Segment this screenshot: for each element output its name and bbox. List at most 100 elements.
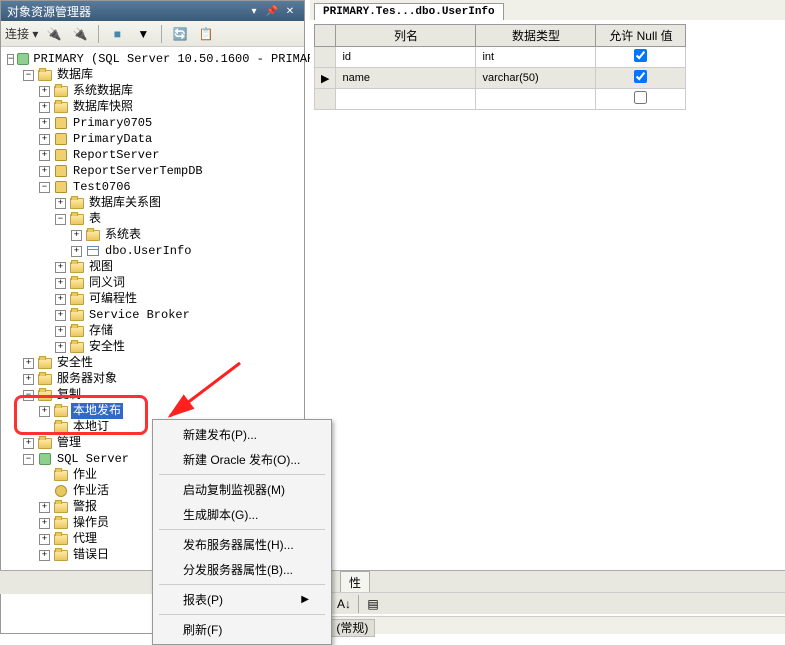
tree-userinfo[interactable]: +dbo.UserInfo	[3, 243, 302, 259]
tree-db-test0706[interactable]: −Test0706	[3, 179, 302, 195]
folder-icon	[54, 422, 68, 433]
folder-icon	[54, 518, 68, 529]
cell-name[interactable]: name	[336, 68, 476, 89]
cell-null[interactable]	[596, 89, 686, 110]
properties-tab[interactable]: 性	[340, 571, 370, 594]
ctx-new-oracle-publication[interactable]: 新建 Oracle 发布(O)...	[155, 447, 329, 472]
tree-systables[interactable]: +系统表	[3, 227, 302, 243]
properties-tab-bar: 性	[0, 570, 785, 594]
ctx-separator	[159, 529, 325, 530]
tree-programmability[interactable]: +可编程性	[3, 291, 302, 307]
ctx-distributor-server-props[interactable]: 分发服务器属性(B)...	[155, 557, 329, 582]
tree-security[interactable]: +安全性	[3, 355, 302, 371]
folder-icon	[38, 358, 52, 369]
tree-servicebroker[interactable]: +Service Broker	[3, 307, 302, 323]
cell-name[interactable]	[336, 89, 476, 110]
table-row[interactable]: ▶ name varchar(50)	[315, 68, 686, 89]
allow-null-checkbox[interactable]	[634, 49, 647, 62]
ctx-publisher-server-props[interactable]: 发布服务器属性(H)...	[155, 532, 329, 557]
folder-icon	[38, 70, 52, 81]
report-icon[interactable]: 📋	[196, 24, 216, 44]
refresh-icon[interactable]: 🔄	[170, 24, 190, 44]
cell-null[interactable]	[596, 47, 686, 68]
folder-icon	[54, 470, 68, 481]
ctx-refresh[interactable]: 刷新(F)	[155, 617, 329, 642]
tree-views[interactable]: +视图	[3, 259, 302, 275]
allow-null-checkbox[interactable]	[634, 70, 647, 83]
folder-icon	[70, 278, 84, 289]
folder-icon	[86, 230, 100, 241]
object-explorer-toolbar: 连接 ▾ 🔌 🔌 ■ ▼ 🔄 📋	[1, 21, 304, 47]
table-row-empty[interactable]	[315, 89, 686, 110]
ctx-new-publication[interactable]: 新建发布(P)...	[155, 422, 329, 447]
panel-title-bar: 对象资源管理器 ▾ 📌 ✕	[1, 1, 304, 21]
ctx-generate-script[interactable]: 生成脚本(G)...	[155, 502, 329, 527]
cell-null[interactable]	[596, 68, 686, 89]
cell-type[interactable]	[476, 89, 596, 110]
tree-dbdiagram[interactable]: +数据库关系图	[3, 195, 302, 211]
column-grid[interactable]: 列名 数据类型 允许 Null 值 id int ▶ name varchar(…	[314, 24, 686, 110]
col-name-header[interactable]: 列名	[336, 25, 476, 47]
connect-menu[interactable]: 连接 ▾	[5, 25, 38, 42]
cell-name[interactable]: id	[336, 47, 476, 68]
pin-icon[interactable]: 📌	[264, 4, 280, 18]
stop-icon[interactable]: ■	[107, 24, 127, 44]
props-icon[interactable]: ▤	[365, 596, 381, 612]
tree-server[interactable]: −PRIMARY (SQL Server 10.50.1600 - PRIMAR…	[3, 51, 302, 67]
tree-storage[interactable]: +存储	[3, 323, 302, 339]
ctx-reports[interactable]: 报表(P)▶	[155, 587, 329, 612]
tree-db[interactable]: +PrimaryData	[3, 131, 302, 147]
tree-serverobjects[interactable]: +服务器对象	[3, 371, 302, 387]
ctx-separator	[159, 614, 325, 615]
row-selector[interactable]: ▶	[315, 68, 336, 89]
folder-icon	[54, 86, 68, 97]
tab-bar: PRIMARY.Tes...dbo.UserInfo	[310, 0, 785, 20]
ctx-separator	[159, 474, 325, 475]
ctx-start-replication-monitor[interactable]: 启动复制监视器(M)	[155, 477, 329, 502]
sort-alpha-icon[interactable]: A↓	[336, 596, 352, 612]
table-row[interactable]: id int	[315, 47, 686, 68]
ctx-separator	[159, 584, 325, 585]
folder-icon	[70, 214, 84, 225]
tree-tables[interactable]: −表	[3, 211, 302, 227]
tab-userinfo[interactable]: PRIMARY.Tes...dbo.UserInfo	[314, 3, 504, 20]
tree-snapshot[interactable]: +数据库快照	[3, 99, 302, 115]
tree-databases[interactable]: −数据库	[3, 67, 302, 83]
database-icon	[55, 117, 67, 129]
database-icon	[55, 133, 67, 145]
folder-icon	[54, 534, 68, 545]
folder-icon	[54, 406, 68, 417]
row-selector[interactable]	[315, 47, 336, 68]
folder-icon	[70, 262, 84, 273]
folder-icon	[38, 390, 52, 401]
col-null-header[interactable]: 允许 Null 值	[596, 25, 686, 47]
tree-synonyms[interactable]: +同义词	[3, 275, 302, 291]
close-icon[interactable]: ✕	[282, 4, 298, 18]
server-icon	[17, 53, 29, 65]
tree-localpub[interactable]: +本地发布	[3, 403, 302, 419]
tree-sysdb[interactable]: +系统数据库	[3, 83, 302, 99]
tree-db[interactable]: +ReportServer	[3, 147, 302, 163]
folder-icon	[38, 374, 52, 385]
filter-icon[interactable]: ▼	[133, 24, 153, 44]
properties-toolbar: 📑 A↓ ▤	[310, 592, 785, 614]
database-icon	[55, 149, 67, 161]
submenu-arrow-icon: ▶	[301, 594, 309, 605]
panel-title-text: 对象资源管理器	[7, 3, 91, 20]
dropdown-icon[interactable]: ▾	[246, 4, 262, 18]
tree-replication[interactable]: −复制	[3, 387, 302, 403]
row-selector[interactable]	[315, 89, 336, 110]
cell-type[interactable]: varchar(50)	[476, 68, 596, 89]
disconnect-icon[interactable]: 🔌	[70, 24, 90, 44]
tree-db[interactable]: +ReportServerTempDB	[3, 163, 302, 179]
tree-db[interactable]: +Primary0705	[3, 115, 302, 131]
cell-type[interactable]: int	[476, 47, 596, 68]
connect-icon[interactable]: 🔌	[44, 24, 64, 44]
allow-null-checkbox[interactable]	[634, 91, 647, 104]
context-menu: 新建发布(P)... 新建 Oracle 发布(O)... 启动复制监视器(M)…	[152, 419, 332, 645]
database-icon	[55, 165, 67, 177]
tree-security-db[interactable]: +安全性	[3, 339, 302, 355]
table-icon	[87, 246, 99, 256]
folder-icon	[54, 550, 68, 561]
col-type-header[interactable]: 数据类型	[476, 25, 596, 47]
